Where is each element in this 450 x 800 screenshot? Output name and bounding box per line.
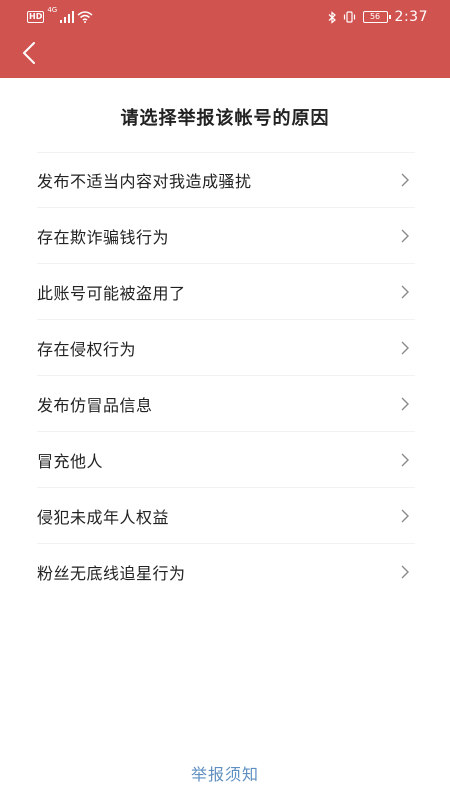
reason-label: 发布仿冒品信息 (37, 395, 153, 415)
reason-label: 冒充他人 (37, 451, 104, 471)
chevron-right-icon (401, 173, 409, 187)
vibrate-icon (343, 11, 355, 23)
bluetooth-icon (328, 10, 336, 24)
chevron-right-icon (401, 565, 409, 579)
wifi-icon (77, 11, 93, 23)
status-bar: HD 4G 56 2:37 (0, 0, 450, 34)
network-type-label: 4G (47, 6, 58, 14)
reason-label: 侵犯未成年人权益 (37, 507, 170, 527)
status-left-group: HD 4G (27, 6, 93, 25)
reason-item-account-stolen[interactable]: 此账号可能被盗用了 (37, 264, 415, 320)
reason-label: 存在欺诈骗钱行为 (37, 227, 170, 247)
status-time: 2:37 (394, 9, 428, 25)
reason-item-minor-rights[interactable]: 侵犯未成年人权益 (37, 488, 415, 544)
reason-list: 发布不适当内容对我造成骚扰 存在欺诈骗钱行为 此账号可能被盗用了 存在侵权行为 … (37, 152, 415, 600)
reason-item-counterfeit[interactable]: 发布仿冒品信息 (37, 376, 415, 432)
chevron-right-icon (401, 341, 409, 354)
reason-item-impersonation[interactable]: 冒充他人 (37, 432, 415, 488)
page-title: 请选择举报该帐号的原因 (120, 108, 330, 129)
hd-badge: HD (27, 11, 45, 23)
status-right-group: 56 2:37 (328, 9, 428, 25)
chevron-right-icon (401, 509, 409, 522)
reason-label: 存在侵权行为 (37, 339, 137, 359)
chevron-right-icon (401, 397, 409, 410)
chevron-right-icon (401, 453, 409, 466)
signal-icon (60, 11, 75, 23)
chevron-right-icon (401, 229, 409, 242)
reason-item-fraud[interactable]: 存在欺诈骗钱行为 (37, 208, 415, 264)
report-notice-link[interactable]: 举报须知 (0, 761, 450, 785)
battery-indicator: 56 (362, 11, 391, 23)
reason-label: 发布不适当内容对我造成骚扰 (37, 172, 252, 191)
reason-item-harassment[interactable]: 发布不适当内容对我造成骚扰 (37, 152, 415, 208)
header-bar: HD 4G 56 2:37 (0, 0, 450, 78)
back-button[interactable] (14, 38, 44, 68)
reason-item-infringement[interactable]: 存在侵权行为 (37, 320, 415, 376)
reason-label: 此账号可能被盗用了 (37, 283, 186, 303)
reason-item-fan-behavior[interactable]: 粉丝无底线追星行为 (37, 544, 415, 600)
chevron-right-icon (401, 285, 409, 298)
reason-label: 粉丝无底线追星行为 (37, 564, 186, 583)
chevron-left-icon (23, 42, 35, 64)
